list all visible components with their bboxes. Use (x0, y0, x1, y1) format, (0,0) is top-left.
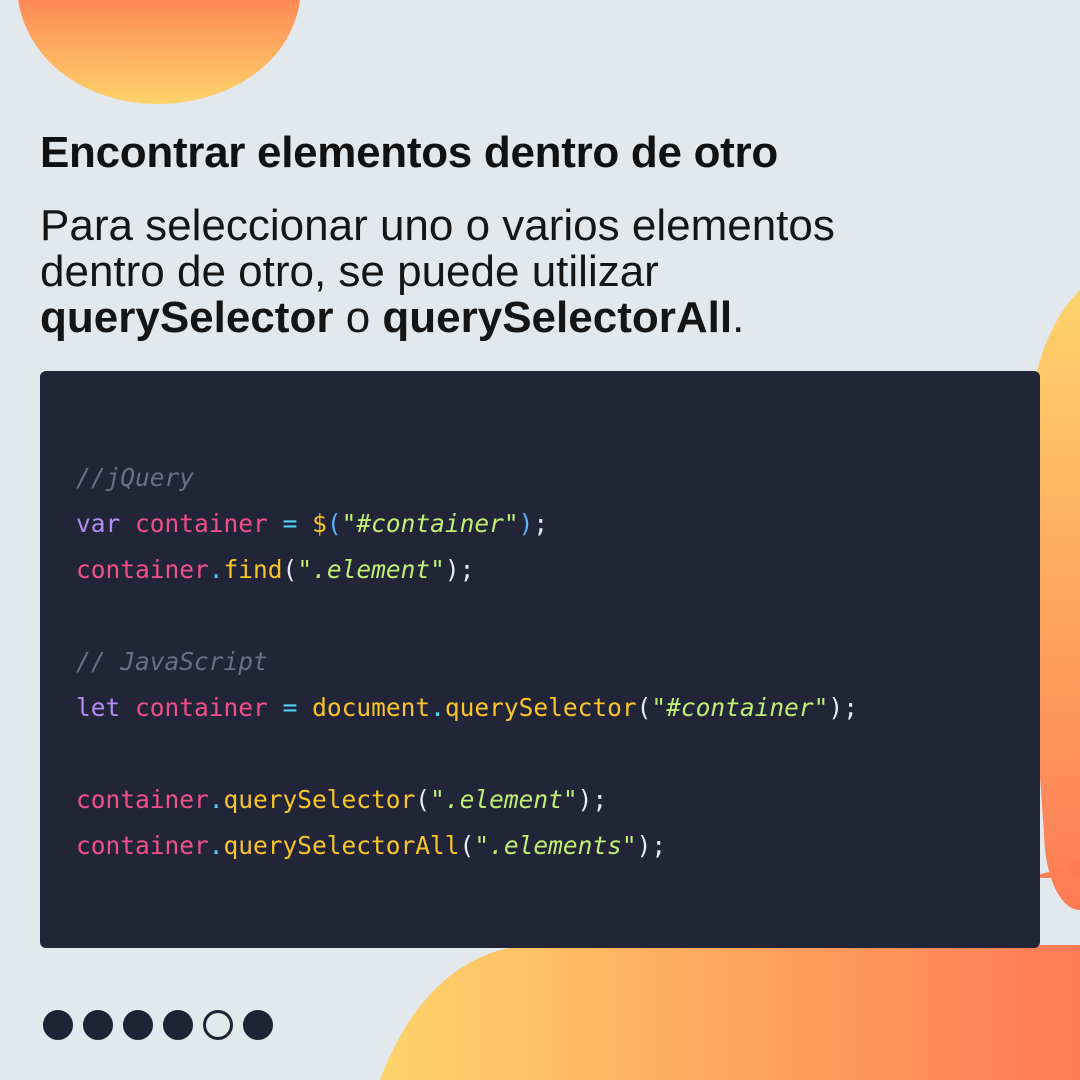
pagination-dots (43, 1010, 273, 1040)
code-function: querySelector (223, 785, 416, 814)
pagination-dot[interactable] (123, 1010, 153, 1040)
code-paren: ( (282, 555, 298, 584)
code-paren: ) (828, 693, 844, 722)
pagination-dot-current[interactable] (203, 1010, 233, 1040)
code-paren: ( (459, 831, 475, 860)
code-variable: container (135, 509, 268, 538)
code-dot: . (208, 555, 224, 584)
decorative-blob-top (18, 0, 300, 104)
code-comment: // JavaScript (76, 647, 268, 676)
code-function: querySelectorAll (223, 831, 460, 860)
code-operator: = (282, 693, 298, 722)
code-line-js-comment: // JavaScript (76, 639, 858, 685)
code-variable: container (76, 785, 209, 814)
code-string: "#container" (341, 509, 519, 538)
code-paren: ) (636, 831, 652, 860)
intro-method-queryselector: querySelector (40, 293, 334, 342)
code-variable: container (76, 831, 209, 860)
code-string: ".elements" (474, 831, 637, 860)
code-string: ".element" (297, 555, 445, 584)
code-line-js-qs: container.querySelector(".element"); (76, 777, 858, 823)
code-variable: container (135, 693, 268, 722)
code-variable: container (76, 555, 209, 584)
intro-paragraph: Para seleccionar uno o varios elementos … (40, 203, 1040, 341)
code-dot: . (430, 693, 445, 722)
code-paren: ( (415, 785, 431, 814)
code-card: //jQuery var container = $("#container");… (40, 371, 1040, 948)
code-keyword: var (76, 509, 121, 538)
code-block: //jQuery var container = $("#container");… (76, 455, 858, 869)
code-semicolon: ; (651, 831, 667, 860)
code-line-js-select: let container = document.querySelector("… (76, 685, 858, 731)
code-dot: . (208, 785, 224, 814)
intro-period: . (732, 293, 745, 342)
pagination-dot[interactable] (43, 1010, 73, 1040)
code-function: find (223, 555, 283, 584)
pagination-dot[interactable] (83, 1010, 113, 1040)
code-dot: . (208, 831, 224, 860)
code-string: "#container" (651, 693, 829, 722)
code-paren: ) (577, 785, 593, 814)
code-paren: ( (326, 509, 342, 538)
code-object: document (312, 693, 431, 722)
code-comment: //jQuery (76, 463, 195, 492)
code-paren: ) (444, 555, 460, 584)
code-semicolon: ; (459, 555, 475, 584)
intro-method-queryselectorall: querySelectorAll (382, 293, 733, 342)
code-semicolon: ; (533, 509, 549, 538)
code-line-jquery-comment: //jQuery (76, 455, 858, 501)
code-string: ".element" (430, 785, 578, 814)
pagination-dot[interactable] (163, 1010, 193, 1040)
intro-line-2: dentro de otro, se puede utilizar (40, 247, 659, 296)
intro-connector: o (333, 293, 383, 342)
code-line-jquery-find: container.find(".element"); (76, 547, 858, 593)
code-operator: = (282, 509, 298, 538)
pagination-dot[interactable] (243, 1010, 273, 1040)
slide-title: Encontrar elementos dentro de otro (40, 128, 778, 177)
code-semicolon: ; (843, 693, 858, 722)
code-paren: ( (636, 693, 652, 722)
code-function: $ (312, 509, 327, 538)
code-line-js-qsa: container.querySelectorAll(".elements"); (76, 823, 858, 869)
intro-line-1: Para seleccionar uno o varios elementos (40, 201, 835, 250)
code-paren: ) (518, 509, 534, 538)
code-line-jquery-select: var container = $("#container"); (76, 501, 858, 547)
code-semicolon: ; (592, 785, 608, 814)
code-function: querySelector (444, 693, 637, 722)
code-keyword: let (76, 693, 121, 722)
